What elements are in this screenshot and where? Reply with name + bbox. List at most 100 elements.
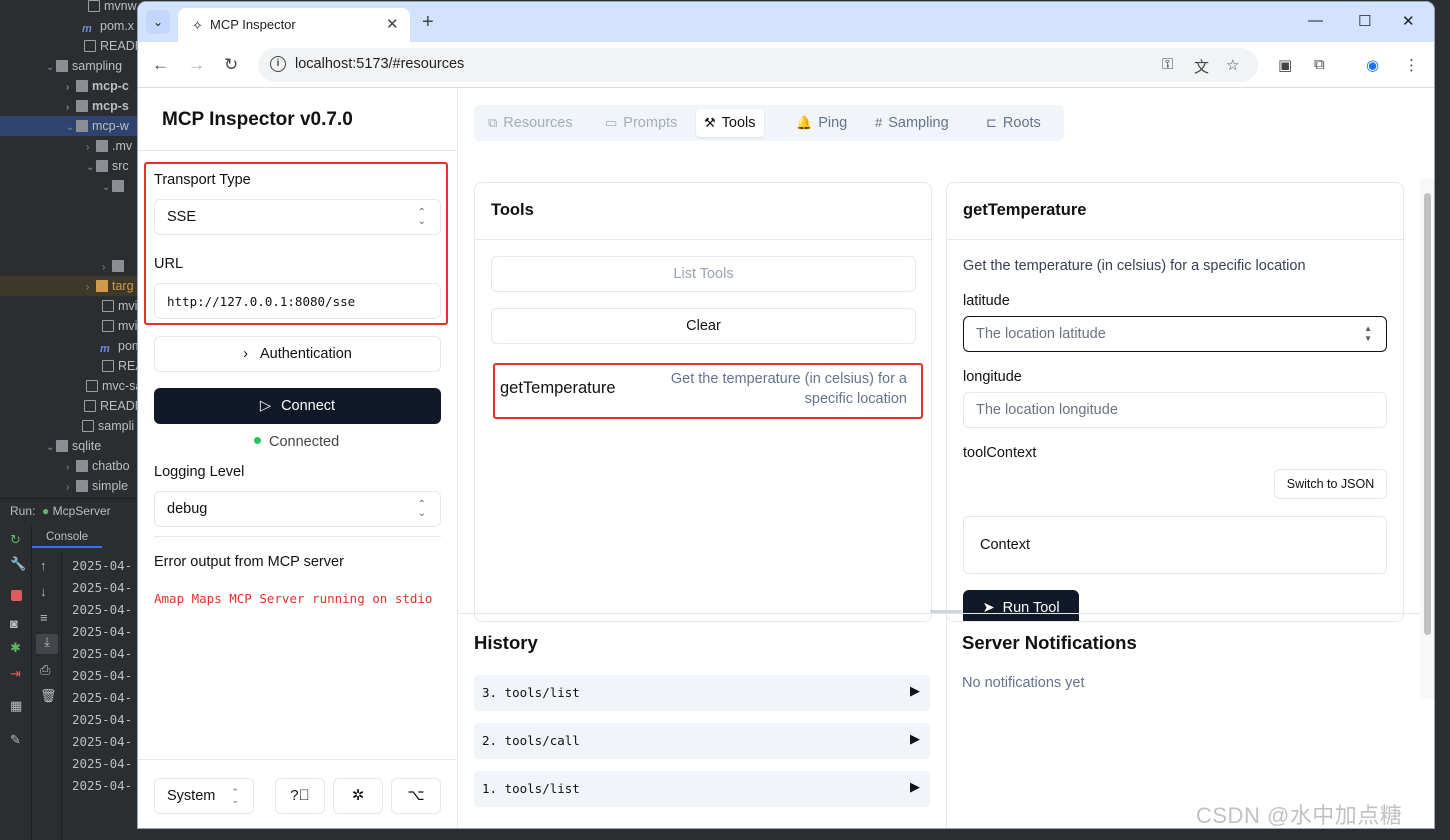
tree-item[interactable]: ⌄ sampling	[0, 56, 140, 76]
tree-item[interactable]: › mcp-c	[0, 76, 140, 96]
site-info-icon[interactable]: i	[270, 56, 286, 72]
tree-item[interactable]: › .mv	[0, 136, 140, 156]
clear-button[interactable]: Clear	[491, 308, 916, 344]
latitude-input[interactable]: The location latitude ▲ ▼	[963, 316, 1387, 352]
github-button[interactable]: ⌥	[391, 778, 441, 814]
arrow-up-icon[interactable]: ↑	[40, 558, 54, 573]
tree-item[interactable]: mvi	[0, 316, 140, 336]
run-config-tab[interactable]: McpServer	[53, 504, 111, 518]
address-bar[interactable]: i localhost:5173/#resources ⚿ 文 ☆	[258, 48, 1258, 82]
transport-type-select[interactable]: SSE ⌃ ⌄	[154, 199, 441, 235]
folder-icon	[96, 140, 108, 152]
tree-item[interactable]: mvc-sa	[0, 376, 140, 396]
longitude-input[interactable]: The location longitude	[963, 392, 1387, 428]
history-item[interactable]: 3. tools/list ▶	[474, 675, 930, 711]
star-icon[interactable]: ☆	[1226, 56, 1239, 74]
tree-item[interactable]: ⌄ src	[0, 156, 140, 176]
close-window-button[interactable]: ✕	[1402, 12, 1415, 30]
context-field[interactable]: Context	[963, 516, 1387, 574]
help-circle-icon: ?⃝	[290, 787, 310, 804]
back-button[interactable]: ←	[152, 55, 169, 75]
expand-arrow-icon[interactable]: ▶	[910, 779, 920, 795]
extensions-icon[interactable]: ⧉	[1314, 56, 1325, 73]
tree-item[interactable]: ›	[0, 256, 140, 276]
tree-item[interactable]: › targ	[0, 276, 140, 296]
chevron-updown-icon: ⌃ ⌄	[417, 207, 426, 227]
bug-report-button[interactable]: ✲	[333, 778, 383, 814]
maximize-button[interactable]: ☐	[1358, 12, 1371, 30]
tab-ping[interactable]: 🔔 Ping	[788, 109, 855, 137]
camera-icon[interactable]: ◙	[10, 616, 24, 631]
tree-item[interactable]: ⌄	[0, 176, 140, 196]
forward-button[interactable]: →	[188, 55, 205, 75]
scroll-end-icon[interactable]: ⤓	[36, 634, 58, 654]
history-item[interactable]: 1. tools/list ▶	[474, 771, 930, 807]
tree-item[interactable]: READN	[0, 396, 140, 416]
transport-type-label: Transport Type	[154, 172, 251, 188]
debug-icon[interactable]: ✱	[10, 640, 24, 655]
key-icon[interactable]: ⚿	[1162, 56, 1173, 73]
tree-item[interactable]: READN	[0, 36, 140, 56]
folder-icon	[112, 180, 124, 192]
help-button[interactable]: ?⃝	[275, 778, 325, 814]
tree-item[interactable]: m pom	[0, 336, 140, 356]
scrollbar-thumb[interactable]	[1424, 193, 1431, 635]
close-tab-icon[interactable]: ✕	[386, 15, 399, 33]
tree-item[interactable]: m pom.x	[0, 16, 140, 36]
wrench-icon[interactable]: 🔧	[10, 556, 26, 571]
list-tools-button[interactable]: List Tools	[491, 256, 916, 292]
minimize-button[interactable]: —	[1308, 12, 1323, 29]
tree-item[interactable]: mvi	[0, 296, 140, 316]
expand-arrow-icon[interactable]: ▶	[910, 683, 920, 699]
layout-icon[interactable]: ▦	[10, 698, 24, 713]
authentication-button[interactable]: › Authentication	[154, 336, 441, 372]
console-tab[interactable]: Console	[32, 526, 140, 548]
tree-item[interactable]: mvnw.	[0, 0, 140, 16]
arrow-down-icon[interactable]: ↓	[40, 584, 54, 599]
run-tool-button[interactable]: ➤ Run Tool	[963, 590, 1079, 621]
theme-select[interactable]: System ⌃ ⌄	[154, 778, 254, 814]
tree-item[interactable]: › mcp-s	[0, 96, 140, 116]
browser-tab[interactable]: ✧ MCP Inspector ✕	[178, 8, 410, 42]
expand-arrow-icon[interactable]: ▶	[910, 731, 920, 747]
tab-roots[interactable]: ⊏ Roots	[978, 109, 1049, 137]
tree-item[interactable]: REA	[0, 356, 140, 376]
tree-item[interactable]: › chatbo	[0, 456, 140, 476]
url-text[interactable]: localhost:5173/#resources	[295, 56, 464, 72]
latitude-label: latitude	[963, 293, 1010, 309]
log-line: 2025-04-	[72, 558, 133, 573]
tab-sampling[interactable]: # Sampling	[867, 109, 957, 137]
exit-icon[interactable]: ⇥	[10, 666, 24, 681]
pin-icon[interactable]: ✎	[10, 732, 24, 747]
tool-list-item[interactable]: getTemperature Get the temperature (in c…	[493, 363, 923, 419]
page-title: MCP Inspector v0.7.0	[162, 109, 353, 130]
logging-level-select[interactable]: debug ⌃ ⌄	[154, 491, 441, 527]
rerun-icon[interactable]: ↻	[10, 532, 24, 547]
stop-icon[interactable]	[11, 590, 22, 601]
hammer-icon: ⚒	[704, 115, 716, 130]
tab-resources[interactable]: ⧉ Resources	[480, 109, 581, 137]
tab-search-button[interactable]: ⌄	[146, 10, 170, 34]
print-icon[interactable]: ⎙	[40, 662, 54, 677]
tool-detail-description: Get the temperature (in celsius) for a s…	[963, 258, 1306, 274]
trash-icon[interactable]: 🗑	[40, 688, 57, 703]
connect-button[interactable]: ▷ Connect	[154, 388, 441, 424]
url-input[interactable]: http://127.0.0.1:8080/sse	[154, 283, 441, 319]
prompts-icon: ▭	[605, 115, 618, 130]
spinner-icon[interactable]: ▲ ▼	[1364, 324, 1372, 344]
profile-icon[interactable]: ◉	[1366, 56, 1379, 74]
translate-icon[interactable]: 文	[1194, 56, 1209, 77]
tree-item[interactable]: ⌄ mcp-w	[0, 116, 140, 136]
switch-to-json-button[interactable]: Switch to JSON	[1274, 469, 1387, 499]
tree-item[interactable]: ⌄ sqlite	[0, 436, 140, 456]
tree-item[interactable]: sampli	[0, 416, 140, 436]
tree-item[interactable]: › simple	[0, 476, 140, 496]
reload-button[interactable]: ↻	[224, 55, 238, 75]
extension-app-icon[interactable]: ▣	[1278, 56, 1292, 74]
wrap-icon[interactable]: ≡	[40, 610, 54, 625]
history-item[interactable]: 2. tools/call ▶	[474, 723, 930, 759]
tab-prompts[interactable]: ▭ Prompts	[597, 109, 685, 137]
tab-tools[interactable]: ⚒ Tools	[696, 109, 764, 137]
new-tab-button[interactable]: +	[422, 10, 434, 34]
menu-icon[interactable]: ⋮	[1404, 56, 1419, 74]
